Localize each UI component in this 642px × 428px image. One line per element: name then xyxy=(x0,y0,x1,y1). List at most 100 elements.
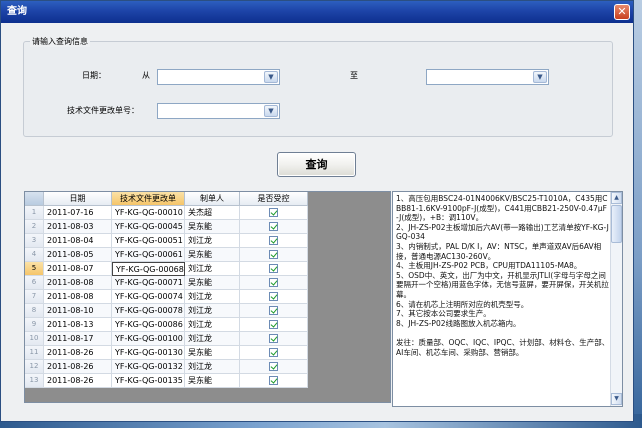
date-cell[interactable]: 2011-07-16 xyxy=(44,206,112,220)
table-row[interactable]: 3 2011-08-04 YF-KG-QG-00051 刘江龙 xyxy=(25,234,308,248)
table-row[interactable]: 5 2011-08-07 YF-KG-QG-00068 刘江龙 xyxy=(25,262,308,276)
controlled-checkbox[interactable] xyxy=(269,250,278,259)
controlled-checkbox[interactable] xyxy=(269,264,278,273)
controlled-checkbox[interactable] xyxy=(269,208,278,217)
doc-number-cell[interactable]: YF-KG-QG-00086 xyxy=(112,318,185,332)
table-row[interactable]: 2 2011-08-03 YF-KG-QG-00045 吴东能 xyxy=(25,220,308,234)
controlled-checkbox[interactable] xyxy=(269,348,278,357)
controlled-cell[interactable] xyxy=(240,276,308,290)
date-cell[interactable]: 2011-08-05 xyxy=(44,248,112,262)
results-grid[interactable]: 日期 技术文件更改单 制单人 是否受控 1 2011-07-16 YF-KG-QG-… xyxy=(24,191,391,403)
controlled-checkbox[interactable] xyxy=(269,362,278,371)
doc-number-cell[interactable]: YF-KG-QG-00135 xyxy=(112,374,185,388)
controlled-cell[interactable] xyxy=(240,374,308,388)
table-row[interactable]: 9 2011-08-13 YF-KG-QG-00086 刘江龙 xyxy=(25,318,308,332)
maker-cell[interactable]: 刘江龙 xyxy=(185,318,240,332)
scroll-down-icon[interactable]: ▼ xyxy=(611,393,622,405)
table-row[interactable]: 4 2011-08-05 YF-KG-QG-00061 吴东能 xyxy=(25,248,308,262)
memo-scrollbar[interactable]: ▲ ▼ xyxy=(610,192,622,406)
doc-number-select[interactable]: ▼ xyxy=(157,103,280,119)
controlled-cell[interactable] xyxy=(240,220,308,234)
date-from-select[interactable]: ▼ xyxy=(157,69,280,85)
date-cell[interactable]: 2011-08-10 xyxy=(44,304,112,318)
scroll-thumb[interactable] xyxy=(611,205,622,243)
scroll-up-icon[interactable]: ▲ xyxy=(611,192,622,204)
row-number[interactable]: 13 xyxy=(25,374,44,388)
maker-cell[interactable]: 吴东能 xyxy=(185,276,240,290)
date-to-select[interactable]: ▼ xyxy=(426,69,549,85)
maker-cell[interactable]: 刘江龙 xyxy=(185,360,240,374)
doc-number-cell[interactable]: YF-KG-QG-00071 xyxy=(112,276,185,290)
controlled-cell[interactable] xyxy=(240,234,308,248)
controlled-cell[interactable] xyxy=(240,318,308,332)
table-row[interactable]: 10 2011-08-17 YF-KG-QG-00100 刘江龙 xyxy=(25,332,308,346)
controlled-checkbox[interactable] xyxy=(269,320,278,329)
doc-number-cell[interactable]: YF-KG-QG-00068 xyxy=(112,262,185,276)
maker-cell[interactable]: 关杰超 xyxy=(185,206,240,220)
date-cell[interactable]: 2011-08-07 xyxy=(44,262,112,276)
row-number[interactable]: 3 xyxy=(25,234,44,248)
controlled-cell[interactable] xyxy=(240,332,308,346)
date-cell[interactable]: 2011-08-08 xyxy=(44,276,112,290)
maker-cell[interactable]: 吴东能 xyxy=(185,346,240,360)
controlled-checkbox[interactable] xyxy=(269,306,278,315)
controlled-cell[interactable] xyxy=(240,304,308,318)
doc-number-cell[interactable]: YF-KG-QG-00130 xyxy=(112,346,185,360)
controlled-checkbox[interactable] xyxy=(269,236,278,245)
row-number[interactable]: 12 xyxy=(25,360,44,374)
table-row[interactable]: 7 2011-08-08 YF-KG-QG-00074 刘江龙 xyxy=(25,290,308,304)
date-cell[interactable]: 2011-08-03 xyxy=(44,220,112,234)
row-number[interactable]: 6 xyxy=(25,276,44,290)
row-number[interactable]: 5 xyxy=(25,262,44,276)
column-header-controlled[interactable]: 是否受控 xyxy=(240,192,308,206)
row-number[interactable]: 1 xyxy=(25,206,44,220)
maker-cell[interactable]: 刘江龙 xyxy=(185,304,240,318)
chevron-down-icon[interactable]: ▼ xyxy=(264,105,278,117)
doc-number-cell[interactable]: YF-KG-QG-00132 xyxy=(112,360,185,374)
date-cell[interactable]: 2011-08-17 xyxy=(44,332,112,346)
row-number[interactable]: 4 xyxy=(25,248,44,262)
maker-cell[interactable]: 吴东能 xyxy=(185,374,240,388)
controlled-checkbox[interactable] xyxy=(269,292,278,301)
table-row[interactable]: 11 2011-08-26 YF-KG-QG-00130 吴东能 xyxy=(25,346,308,360)
column-header-date[interactable]: 日期 xyxy=(44,192,112,206)
controlled-checkbox[interactable] xyxy=(269,222,278,231)
table-row[interactable]: 13 2011-08-26 YF-KG-QG-00135 吴东能 xyxy=(25,374,308,388)
date-cell[interactable]: 2011-08-04 xyxy=(44,234,112,248)
row-number[interactable]: 8 xyxy=(25,304,44,318)
maker-cell[interactable]: 刘江龙 xyxy=(185,262,240,276)
controlled-cell[interactable] xyxy=(240,248,308,262)
row-number[interactable]: 7 xyxy=(25,290,44,304)
doc-number-cell[interactable]: YF-KG-QG-00100 xyxy=(112,332,185,346)
controlled-cell[interactable] xyxy=(240,360,308,374)
date-cell[interactable]: 2011-08-08 xyxy=(44,290,112,304)
maker-cell[interactable]: 吴东能 xyxy=(185,248,240,262)
controlled-cell[interactable] xyxy=(240,346,308,360)
query-button[interactable]: 查询 xyxy=(277,152,356,177)
title-bar[interactable]: 查询 ✕ xyxy=(1,1,633,23)
row-number[interactable]: 11 xyxy=(25,346,44,360)
grid-corner[interactable] xyxy=(25,192,44,206)
row-number[interactable]: 9 xyxy=(25,318,44,332)
row-number[interactable]: 10 xyxy=(25,332,44,346)
controlled-cell[interactable] xyxy=(240,290,308,304)
date-cell[interactable]: 2011-08-26 xyxy=(44,374,112,388)
table-row[interactable]: 12 2011-08-26 YF-KG-QG-00132 刘江龙 xyxy=(25,360,308,374)
table-row[interactable]: 6 2011-08-08 YF-KG-QG-00071 吴东能 xyxy=(25,276,308,290)
close-button[interactable]: ✕ xyxy=(614,4,630,20)
controlled-checkbox[interactable] xyxy=(269,278,278,287)
maker-cell[interactable]: 刘江龙 xyxy=(185,332,240,346)
row-number[interactable]: 2 xyxy=(25,220,44,234)
date-cell[interactable]: 2011-08-26 xyxy=(44,346,112,360)
column-header-doc-number[interactable]: 技术文件更改单 xyxy=(112,192,185,206)
column-header-maker[interactable]: 制单人 xyxy=(185,192,240,206)
doc-number-cell[interactable]: YF-KG-QG-00078 xyxy=(112,304,185,318)
doc-number-cell[interactable]: YF-KG-QG-00061 xyxy=(112,248,185,262)
controlled-cell[interactable] xyxy=(240,206,308,220)
maker-cell[interactable]: 刘江龙 xyxy=(185,234,240,248)
doc-number-cell[interactable]: YF-KG-QG-00045 xyxy=(112,220,185,234)
doc-number-cell[interactable]: YF-KG-QG-00074 xyxy=(112,290,185,304)
chevron-down-icon[interactable]: ▼ xyxy=(533,71,547,83)
date-cell[interactable]: 2011-08-13 xyxy=(44,318,112,332)
controlled-cell[interactable] xyxy=(240,262,308,276)
